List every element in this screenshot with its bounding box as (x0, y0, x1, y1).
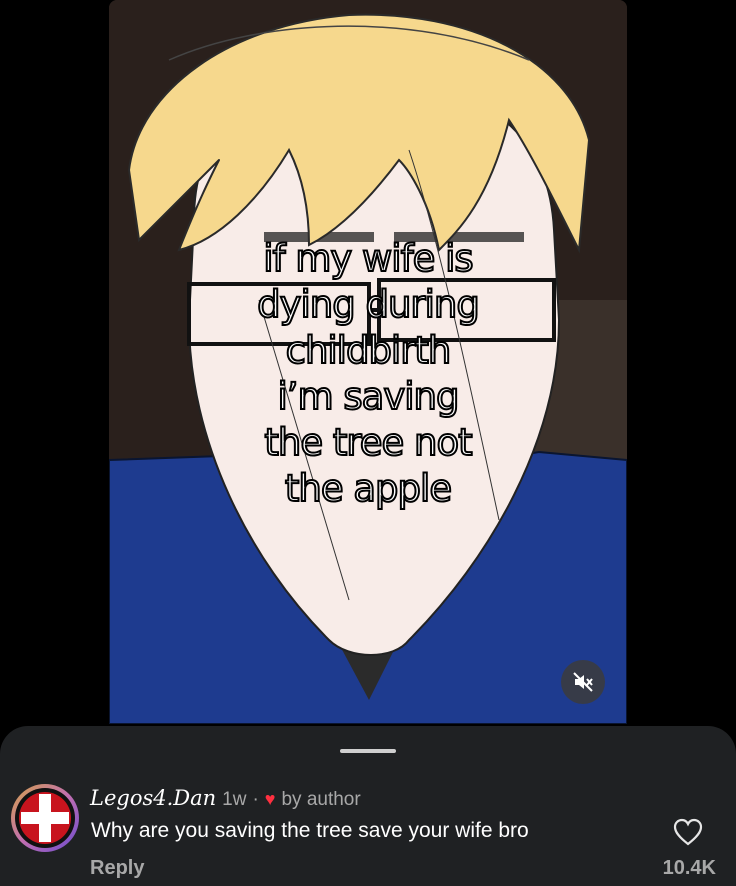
avatar[interactable] (11, 784, 79, 852)
liked-by-author-label: by author (281, 789, 361, 810)
like-count: 10.4K (662, 857, 716, 879)
mute-button[interactable] (561, 660, 605, 704)
comments-sheet: Legos4.Dan 1w · ♥ by author Why are you … (0, 726, 736, 886)
drag-handle[interactable] (340, 749, 396, 753)
caption-line: dying during (256, 282, 481, 327)
caption-line: the tree not (263, 420, 473, 465)
caption-line: the apple (284, 466, 453, 511)
comment-text: Why are you saving the tree save your wi… (91, 819, 529, 842)
red-cross-flag-icon (19, 792, 71, 844)
caption-line: i’m saving (277, 374, 461, 419)
comment-age: 1w (222, 789, 247, 810)
heart-outline-icon[interactable] (673, 818, 703, 846)
video-player[interactable]: if my wife is dying during childbirth i’… (109, 0, 627, 724)
caption-line: if my wife is (262, 236, 474, 281)
author-liked-heart-icon: ♥ (264, 789, 276, 809)
speaker-muted-icon (573, 672, 593, 692)
separator: · (252, 789, 259, 810)
comment-header: Legos4.Dan 1w · ♥ by author (90, 786, 361, 811)
caption-line: childbirth (285, 328, 453, 373)
username[interactable]: Legos4.Dan (90, 786, 216, 810)
reply-button[interactable]: Reply (90, 857, 144, 880)
video-caption: if my wife is dying during childbirth i’… (109, 236, 627, 512)
